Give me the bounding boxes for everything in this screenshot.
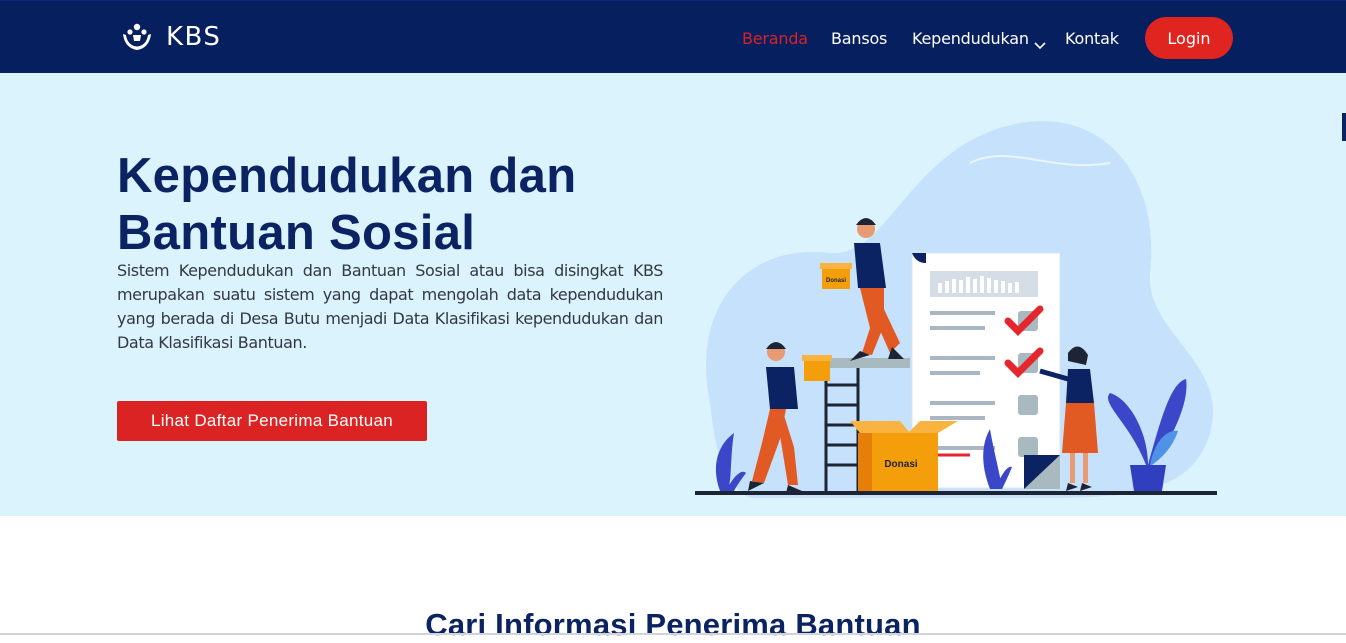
nav-item-kependudukan[interactable]: Kependudukan <box>912 29 1047 49</box>
side-scroll-tab[interactable] <box>1342 113 1346 141</box>
login-button[interactable]: Login <box>1145 17 1233 59</box>
chevron-down-icon <box>1033 35 1047 49</box>
view-recipients-button[interactable]: Lihat Daftar Penerima Bantuan <box>117 401 427 441</box>
nav-item-beranda[interactable]: Beranda <box>742 29 808 49</box>
nav-item-kependudukan-label: Kependudukan <box>912 29 1029 48</box>
hero-section: Kependudukan dan Bantuan Sosial Sistem K… <box>0 73 1346 516</box>
box-label-large: Donasi <box>884 459 918 470</box>
hero-description: Sistem Kependudukan dan Bantuan Sosial a… <box>117 261 663 352</box>
box-label-small: Donasi <box>826 278 846 284</box>
hands-people-icon <box>121 21 153 53</box>
top-navbar: KBS Beranda Bansos Kependudukan Kontak L… <box>0 0 1346 73</box>
hero-title: Kependudukan dan Bantuan Sosial <box>117 149 577 260</box>
section-title: Cari Informasi Penerima Bantuan <box>425 607 921 642</box>
donation-illustration: Donasi Donasi <box>690 103 1230 513</box>
brand-logo-link[interactable]: KBS <box>121 19 221 55</box>
brand-name: KBS <box>166 22 222 52</box>
nav-item-kontak[interactable]: Kontak <box>1065 29 1119 49</box>
nav-item-bansos[interactable]: Bansos <box>831 29 887 49</box>
